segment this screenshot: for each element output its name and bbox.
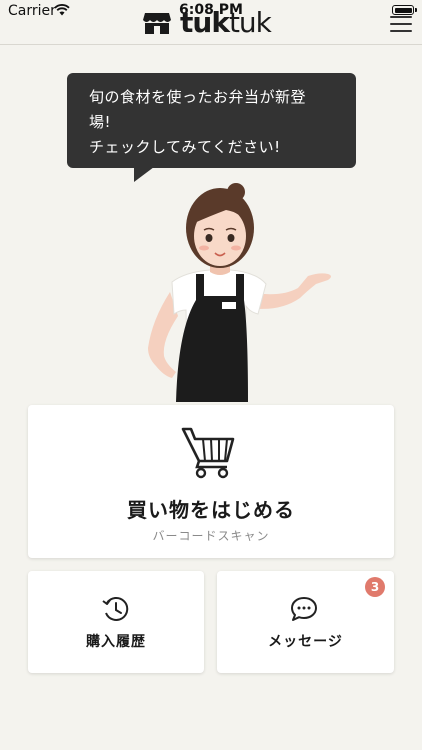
history-clock-icon [102,596,129,621]
speech-bubble: 旬の食材を使ったお弁当が新登 場! チェックしてみてください! [67,73,356,168]
barcode-scan-label: バーコードスキャン [152,529,270,543]
unread-count-badge: 3 [365,577,385,597]
chat-bubble-icon [291,597,317,621]
purchase-history-button[interactable]: 購入履歴 [28,571,204,673]
start-shopping-label: 買い物をはじめる [127,498,295,522]
tuktuk-logo: tuktuk [142,6,272,39]
app-header: tuktuk [0,0,422,45]
shopping-cart-icon [181,427,235,479]
messages-button[interactable]: メッセージ 3 [217,571,394,673]
bubble-text-line: 場! [89,113,112,131]
logo-text: tuktuk [180,6,272,39]
logo-text-bold: tuk [180,6,230,39]
messages-label: メッセージ [268,634,343,650]
hamburger-icon-bar [390,30,412,32]
purchase-history-label: 購入履歴 [86,634,146,650]
logo-text-thin: tuk [228,6,272,39]
menu-button[interactable] [390,16,412,36]
hamburger-icon-bar [390,23,412,25]
bubble-text-line: 旬の食材を使ったお弁当が新登 [89,88,307,106]
shop-staff-illustration [148,183,331,402]
shop-awning-icon [143,13,171,34]
bubble-text-line: チェックしてみてください! [89,138,281,156]
hamburger-icon-bar [390,16,412,18]
